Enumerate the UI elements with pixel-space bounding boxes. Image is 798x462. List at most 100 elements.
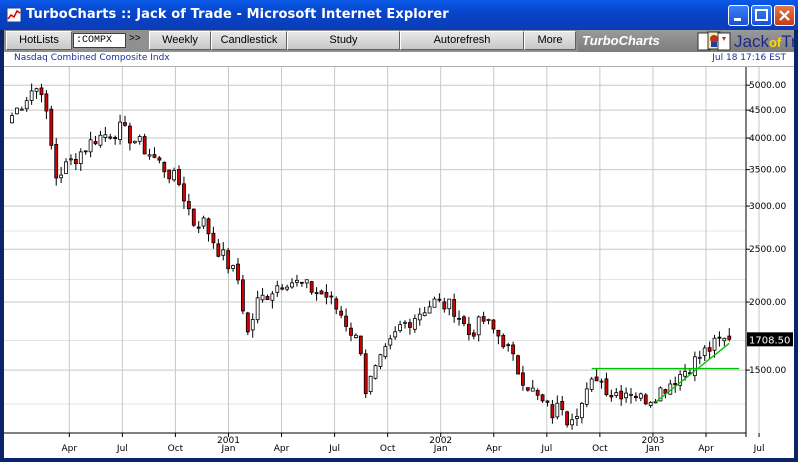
x-month-label: Jul (328, 444, 340, 454)
candle-up (64, 161, 68, 174)
autorefresh-button[interactable]: Autorefresh (400, 31, 524, 50)
maximize-button[interactable] (751, 5, 772, 26)
candle-up (353, 334, 358, 338)
title-bar: TurboCharts :: Jack of Trade - Microsoft… (0, 0, 798, 30)
candle-up (393, 331, 398, 338)
minimize-icon (734, 18, 741, 21)
candle-down (216, 243, 221, 257)
candle-up (432, 298, 437, 308)
candle-up (648, 402, 653, 406)
candle-down (560, 401, 565, 410)
candle-up (422, 312, 427, 317)
candle-down (167, 169, 172, 180)
candle-down (521, 372, 525, 386)
candle-down (462, 316, 466, 325)
candle-down (481, 316, 486, 322)
candle-down (162, 161, 167, 173)
candle-up (88, 139, 93, 153)
candle-down (245, 312, 250, 333)
candle-up (624, 392, 628, 399)
candle-down (501, 335, 506, 348)
candle-down (339, 310, 344, 316)
maximize-icon (755, 9, 768, 21)
candle-down (349, 327, 353, 336)
candle-down (516, 355, 520, 375)
candle-up (10, 115, 14, 124)
close-button[interactable] (774, 5, 795, 26)
candle-down (727, 335, 732, 340)
weekly-button[interactable]: Weekly (149, 31, 211, 50)
candle-up (614, 392, 619, 396)
candle-up (304, 279, 309, 284)
candle-down (604, 378, 609, 396)
candle-up (147, 154, 152, 157)
candle-up (103, 134, 108, 138)
window-title: TurboCharts :: Jack of Trade - Microsoft… (26, 7, 449, 22)
candle-up (231, 265, 235, 269)
candle-down (457, 317, 461, 320)
candle-up (172, 170, 177, 181)
candle-up (412, 318, 417, 330)
candlestick-chart[interactable]: 1500.00 2000.00 2500.00 3000.00 3500.00 4000.… (4, 67, 794, 458)
candle-up (221, 249, 226, 256)
playing-cards-logo-icon (697, 31, 731, 51)
candle-down (44, 93, 49, 112)
candle-up (702, 347, 707, 356)
candle-down (565, 411, 570, 426)
candle-up (19, 108, 24, 111)
candle-up (712, 337, 717, 351)
candlestick-button[interactable]: Candlestick (211, 31, 287, 50)
candle-down (673, 383, 678, 386)
candle-down (93, 141, 98, 145)
logo-tr-text: Tr (781, 32, 797, 51)
candle-down (363, 353, 368, 395)
symbol-more-arrows[interactable]: >> (129, 33, 141, 44)
candle-down (506, 344, 511, 347)
candle-down (206, 218, 211, 235)
candle-up (15, 107, 19, 115)
more-button[interactable]: More (524, 31, 576, 50)
logo-of-text: of (768, 35, 782, 50)
candle-down (240, 279, 245, 312)
hotlists-button[interactable]: HotLists (6, 31, 72, 50)
candle-down (299, 281, 304, 284)
candle-down (113, 137, 118, 140)
brand-name: TurboCharts (582, 33, 660, 48)
candle-down (83, 150, 88, 153)
candle-up (201, 217, 206, 227)
study-button[interactable]: Study (287, 31, 400, 50)
last-value-label: 1708.50 (749, 335, 790, 346)
candle-up (398, 324, 403, 332)
minimize-button[interactable] (728, 5, 749, 26)
candle-down (265, 296, 270, 300)
y-tick-label: 1500.00 (749, 366, 786, 376)
symbol-input[interactable]: :COMPX (73, 33, 126, 48)
candle-down (717, 336, 722, 339)
candle-down (491, 319, 496, 330)
candle-up (368, 375, 373, 393)
y-tick-label: 4000.00 (749, 134, 786, 144)
candle-up (388, 338, 393, 346)
close-icon (779, 10, 790, 21)
quote-timestamp: Jul 18 17:16 EST (712, 53, 786, 63)
candle-up (486, 319, 491, 322)
candle-down (452, 299, 457, 317)
candle-up (59, 174, 64, 179)
x-month-label: Oct (380, 444, 396, 454)
candle-down (157, 157, 162, 161)
candle-down (609, 395, 614, 398)
candle-down (643, 394, 648, 405)
candle-up (570, 419, 574, 426)
candle-up (638, 393, 643, 399)
candle-up (447, 298, 452, 310)
candle-up (599, 380, 604, 383)
candle-up (295, 279, 299, 283)
candle-up (692, 356, 697, 377)
candle-up (579, 402, 584, 419)
candle-down (54, 144, 59, 179)
candle-up (683, 371, 687, 377)
candle-up (98, 134, 103, 146)
jack-of-trade-logo: JackofTr (734, 32, 797, 52)
candle-up (78, 151, 83, 164)
candle-down (550, 404, 555, 419)
